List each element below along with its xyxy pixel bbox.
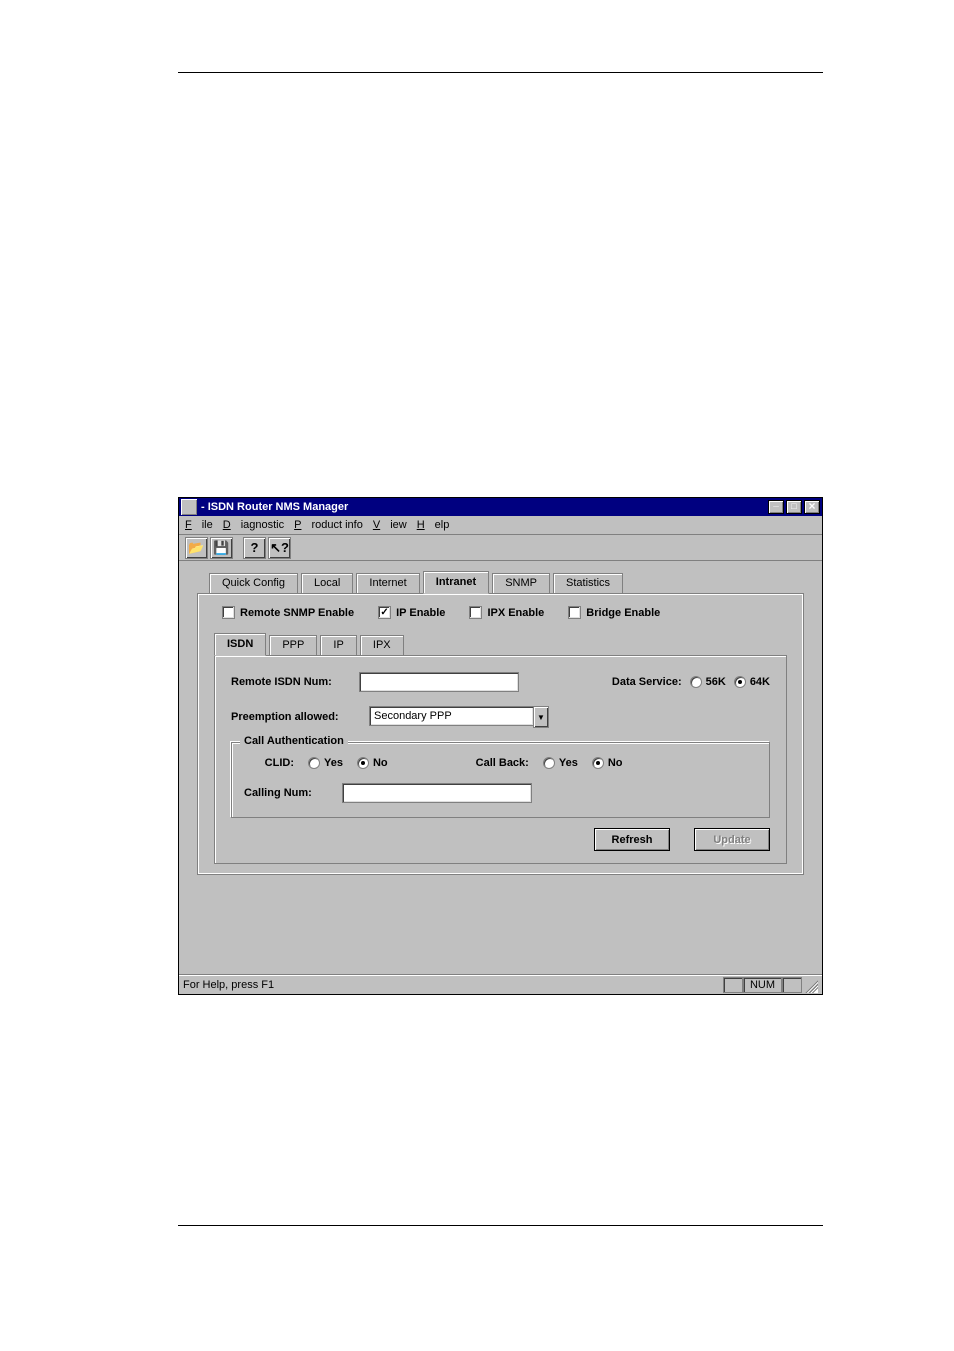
close-button[interactable] — [804, 500, 820, 514]
bridge-enable-label: Bridge Enable — [586, 607, 660, 619]
main-tabs: Quick Config Local Internet Intranet SNM… — [209, 571, 804, 593]
checkbox-icon — [568, 606, 581, 619]
status-spacer — [723, 977, 743, 993]
whatsthis-icon: ↖? — [270, 540, 289, 556]
ip-enable-label: IP Enable — [396, 607, 445, 619]
app-icon — [181, 499, 197, 515]
callback-no-radio[interactable]: No — [592, 757, 623, 769]
clid-yes-radio[interactable]: Yes — [308, 757, 343, 769]
clid-no-radio[interactable]: No — [357, 757, 388, 769]
subtab-isdn[interactable]: ISDN — [214, 633, 266, 656]
preemption-label: Preemption allowed: — [231, 711, 361, 723]
checkbox-icon — [222, 606, 235, 619]
page-divider-bottom — [178, 1225, 823, 1226]
calling-num-input[interactable] — [342, 783, 532, 803]
menu-view[interactable]: View — [373, 519, 407, 531]
status-help-text: For Help, press F1 — [183, 979, 723, 991]
clid-no-label: No — [373, 757, 388, 769]
remote-snmp-enable-label: Remote SNMP Enable — [240, 607, 354, 619]
data-service-56k-radio[interactable]: 56K — [690, 676, 726, 688]
remote-isdn-num-label: Remote ISDN Num: — [231, 676, 351, 688]
isdn-panel: Remote ISDN Num: Data Service: 56K 64K P… — [214, 655, 787, 864]
callback-no-label: No — [608, 757, 623, 769]
statusbar: For Help, press F1 NUM — [179, 974, 822, 994]
radio-icon — [690, 676, 702, 688]
sub-tabs: ISDN PPP IP IPX — [214, 633, 787, 655]
menu-help[interactable]: Help — [417, 519, 450, 531]
menubar: File Diagnostic Product info View Help — [179, 516, 822, 535]
checkbox-checked-icon — [378, 606, 391, 619]
data-service-64k-radio[interactable]: 64K — [734, 676, 770, 688]
checkbox-icon — [469, 606, 482, 619]
clid-label: CLID: — [244, 757, 294, 769]
maximize-button[interactable] — [786, 500, 802, 514]
tab-local[interactable]: Local — [301, 573, 353, 593]
radio-icon — [308, 757, 320, 769]
help-icon: ? — [251, 540, 259, 555]
clid-yes-label: Yes — [324, 757, 343, 769]
callback-yes-label: Yes — [559, 757, 578, 769]
radio-56k-label: 56K — [706, 676, 726, 688]
button-row: Refresh Update — [231, 828, 770, 851]
data-service-label: Data Service: — [612, 676, 682, 688]
remote-snmp-enable-checkbox[interactable]: Remote SNMP Enable — [222, 606, 354, 619]
call-authentication-group: Call Authentication CLID: Yes No Call Ba… — [231, 742, 770, 818]
subtab-ipx[interactable]: IPX — [360, 635, 404, 655]
help-button[interactable]: ? — [243, 537, 266, 559]
ipx-enable-label: IPX Enable — [487, 607, 544, 619]
radio-64k-label: 64K — [750, 676, 770, 688]
toolbar: 📂 💾 ? ↖? — [179, 535, 822, 561]
save-icon: 💾 — [213, 540, 229, 556]
client-area: Quick Config Local Internet Intranet SNM… — [179, 561, 822, 974]
calling-num-label: Calling Num: — [244, 787, 334, 799]
resize-grip-icon[interactable] — [802, 977, 818, 993]
radio-selected-icon — [592, 757, 604, 769]
ipx-enable-checkbox[interactable]: IPX Enable — [469, 606, 544, 619]
status-spacer2 — [782, 977, 802, 993]
refresh-button[interactable]: Refresh — [594, 828, 670, 851]
callback-yes-radio[interactable]: Yes — [543, 757, 578, 769]
enable-checkbox-row: Remote SNMP Enable IP Enable IPX Enable … — [214, 604, 787, 629]
tab-intranet[interactable]: Intranet — [423, 571, 489, 594]
radio-selected-icon — [357, 757, 369, 769]
tab-statistics[interactable]: Statistics — [553, 573, 623, 593]
update-button[interactable]: Update — [694, 828, 770, 851]
preemption-dropdown[interactable]: ▼ — [369, 706, 549, 728]
bridge-enable-checkbox[interactable]: Bridge Enable — [568, 606, 660, 619]
save-button[interactable]: 💾 — [210, 537, 233, 559]
intranet-panel: Remote SNMP Enable IP Enable IPX Enable … — [197, 593, 804, 875]
call-auth-legend: Call Authentication — [240, 735, 348, 747]
whatsthis-button[interactable]: ↖? — [268, 537, 291, 559]
menu-diagnostic[interactable]: Diagnostic — [223, 519, 284, 531]
open-button[interactable]: 📂 — [185, 537, 208, 559]
open-icon: 📂 — [188, 540, 204, 556]
callback-label: Call Back: — [476, 757, 529, 769]
radio-icon — [543, 757, 555, 769]
remote-isdn-num-input[interactable] — [359, 672, 519, 692]
titlebar: - ISDN Router NMS Manager — [179, 498, 822, 516]
chevron-down-icon[interactable]: ▼ — [533, 706, 549, 728]
status-num-indicator: NUM — [743, 977, 782, 993]
page-divider-top — [178, 72, 823, 73]
app-window: - ISDN Router NMS Manager File Diagnosti… — [178, 497, 823, 995]
menu-product-info[interactable]: Product info — [294, 519, 363, 531]
subtab-ip[interactable]: IP — [320, 635, 356, 655]
window-title: - ISDN Router NMS Manager — [201, 501, 768, 513]
minimize-button[interactable] — [768, 500, 784, 514]
radio-selected-icon — [734, 676, 746, 688]
tab-snmp[interactable]: SNMP — [492, 573, 550, 593]
ip-enable-checkbox[interactable]: IP Enable — [378, 606, 445, 619]
tab-internet[interactable]: Internet — [356, 573, 419, 593]
preemption-value[interactable] — [369, 706, 533, 726]
tab-quick-config[interactable]: Quick Config — [209, 573, 298, 593]
subtab-ppp[interactable]: PPP — [269, 635, 317, 655]
menu-file[interactable]: File — [185, 519, 213, 531]
